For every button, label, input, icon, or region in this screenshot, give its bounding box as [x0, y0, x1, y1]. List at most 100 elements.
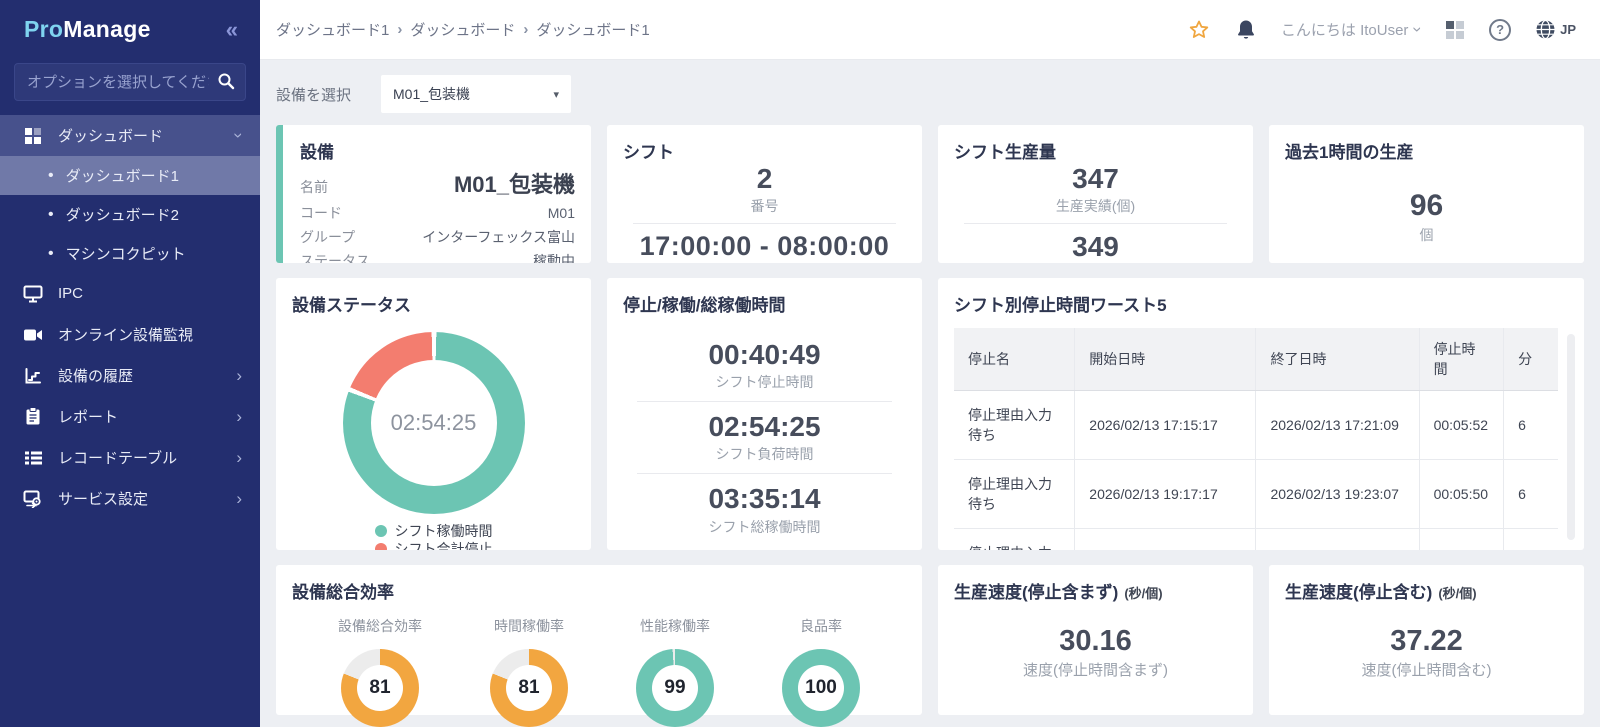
table-cell: 2026/02/13 19:23:07	[1255, 459, 1420, 529]
chevron-right-icon: ›	[236, 407, 242, 426]
sidebar-item-label: レコードテーブル	[58, 450, 178, 467]
gauge-value: 99	[652, 665, 698, 711]
user-menu[interactable]: こんにちは ItoUser ›	[1281, 19, 1428, 40]
sidebar-search-input[interactable]	[14, 63, 246, 101]
sidebar-item-label: ダッシュボード1	[65, 168, 179, 185]
chevron-right-icon: ›	[236, 489, 242, 508]
sidebar-item-label: ダッシュボード2	[65, 207, 179, 224]
sidebar-item-service-settings[interactable]: サービス設定 ›	[0, 478, 260, 519]
card-shift: シフト 2 番号 17:00:00 - 08:00:00 開始-終了時刻	[607, 125, 922, 263]
breadcrumb-item[interactable]: ダッシュボード1	[276, 19, 389, 40]
status-donut-chart: 02:54:25	[342, 332, 525, 514]
app-logo: ProManage	[24, 16, 151, 43]
column-header[interactable]: 停止名	[954, 328, 1075, 391]
bullet-icon: •	[48, 166, 54, 184]
shift-stop-time: 00:40:49	[708, 339, 821, 370]
column-header[interactable]: 分	[1503, 328, 1558, 391]
card-title: 設備総合効率	[292, 583, 394, 602]
sidebar-item-label: IPC	[58, 285, 84, 302]
card-title: シフト生産量	[954, 143, 1056, 162]
card-speed-excluding-stops: 生産速度(停止含まず) (秒/個) 30.16 速度(停止時間含まず)	[938, 565, 1253, 715]
sidebar-item-ipc[interactable]: IPC	[0, 273, 260, 314]
gauge-ring: 81	[490, 649, 568, 727]
chevron-right-icon: ›	[236, 448, 242, 467]
legend-dot	[374, 525, 387, 537]
table-cell: 00:05:50	[1418, 459, 1504, 529]
bullet-icon: •	[48, 244, 54, 262]
gauge-ring: 99	[636, 649, 714, 727]
breadcrumb-separator: ›	[397, 21, 403, 38]
sidebar-item-record-table[interactable]: レコードテーブル ›	[0, 437, 260, 478]
dashboard-content: 設備を選択 M01_包装機 ▾ 設備 名前 M01_包装機 コード M01 グループ…	[260, 60, 1600, 727]
sidebar-item-dashboard2[interactable]: • ダッシュボード2	[0, 195, 260, 234]
speed-incl-value: 37.22	[1390, 625, 1463, 657]
gauge-value: 100	[798, 665, 844, 711]
donut-center-value: 02:54:25	[390, 410, 477, 435]
speed-excl-value: 30.16	[1059, 625, 1132, 657]
sidebar-item-machine-cockpit[interactable]: • マシンコクピット	[0, 234, 260, 273]
history-chart-icon	[22, 366, 44, 386]
sidebar-item-equipment-history[interactable]: 設備の履歴 ›	[0, 355, 260, 396]
sidebar-item-dashboard[interactable]: ダッシュボード ›	[0, 115, 260, 156]
field-label: コード	[300, 205, 342, 221]
equipment-select[interactable]: M01_包装機 ▾	[381, 75, 572, 113]
equipment-select-row: 設備を選択 M01_包装機 ▾	[276, 75, 1584, 113]
sidebar-item-dashboard1[interactable]: • ダッシュボード1	[0, 156, 260, 195]
gauge-value: 81	[506, 665, 552, 711]
app-window: ProManage « ダッシュボード › • ダッシュボード1 •	[0, 0, 1600, 727]
card-unit: (秒/個)	[1124, 586, 1163, 601]
sidebar-collapse-icon[interactable]: «	[226, 18, 238, 41]
notification-bell-icon[interactable]	[1235, 18, 1257, 42]
breadcrumb-item[interactable]: ダッシュボード	[410, 19, 515, 40]
column-header[interactable]: 終了日時	[1255, 328, 1420, 391]
production-target: 349	[1072, 231, 1119, 263]
sidebar-item-online-monitoring[interactable]: オンライン設備監視	[0, 314, 260, 355]
shift-stop-time-label: シフト停止時間	[715, 374, 814, 391]
equipment-name: M01_包装機	[453, 172, 575, 197]
favorite-star-icon[interactable]	[1187, 18, 1211, 42]
gauge-label: 時間稼働率	[494, 618, 564, 634]
shift-load-time-label: シフト負荷時間	[715, 446, 814, 463]
gauge-label: 設備総合効率	[338, 618, 422, 634]
speed-incl-label: 速度(停止時間含む)	[1361, 662, 1492, 680]
card-title: 過去1時間の生産	[1285, 143, 1414, 162]
gauge-availability: 時間稼働率 81	[490, 616, 568, 727]
list-icon	[22, 448, 44, 468]
service-settings-icon	[22, 489, 44, 509]
table-cell: 6	[1503, 390, 1558, 460]
sidebar-item-label: オンライン設備監視	[58, 327, 194, 344]
table-row[interactable]: 停止理由入力待ち2026/02/13 19:47:472026/02/13 19…	[954, 528, 1558, 550]
sidebar-item-report[interactable]: レポート ›	[0, 396, 260, 437]
gauge-ring: 81	[341, 649, 419, 727]
column-header[interactable]: 停止時間	[1418, 328, 1504, 391]
apps-grid-icon[interactable]	[1445, 20, 1465, 40]
table-row[interactable]: 停止理由入力待ち 2026/02/13 17:15:17 2026/02/13 17…	[954, 390, 1558, 460]
clipboard-icon	[22, 407, 44, 427]
legend-label: シフト合計停止	[394, 541, 493, 550]
logo-manage: Manage	[63, 16, 151, 42]
column-header[interactable]: 開始日時	[1074, 328, 1256, 391]
help-icon[interactable]: ?	[1489, 18, 1512, 41]
video-camera-icon	[22, 325, 44, 345]
card-equipment: 設備 名前 M01_包装機 コード M01 グループ インターフェックス富山 ステータ…	[276, 125, 591, 263]
table-cell: 2026/02/13 19:47:47	[1074, 528, 1256, 550]
card-title: シフト別停止時間ワースト5	[954, 296, 1167, 315]
search-icon[interactable]	[216, 71, 236, 91]
sidebar-item-label: マシンコクピット	[65, 246, 186, 263]
card-speed-including-stops: 生産速度(停止含む) (秒/個) 37.22 速度(停止時間含む)	[1269, 565, 1584, 715]
table-scrollbar[interactable]	[1567, 334, 1575, 540]
shift-total-time-label: シフト総稼働時間	[708, 518, 821, 535]
sidebar-menu: ダッシュボード › • ダッシュボード1 • ダッシュボード2 • マシンコクピ…	[0, 115, 260, 519]
sidebar-item-label: 設備の履歴	[58, 368, 134, 385]
field-label: 名前	[300, 179, 328, 195]
field-label: ステータス	[300, 253, 370, 263]
table-cell: 2026/02/13 19:53:37	[1255, 528, 1420, 550]
language-selector[interactable]: JP	[1535, 19, 1576, 40]
table-cell: 2026/02/13 17:21:09	[1255, 390, 1420, 460]
chevron-down-icon: ›	[229, 132, 249, 139]
table-row[interactable]: 停止理由入力待ち 2026/02/13 19:17:17 2026/02/13 19…	[954, 459, 1558, 529]
production-actual-label: 生産実績(個)	[1055, 198, 1136, 215]
breadcrumb-item[interactable]: ダッシュボード1	[536, 19, 649, 40]
shift-time-range: 17:00:00 - 08:00:00	[639, 231, 890, 262]
card-title: 生産速度(停止含む)	[1285, 583, 1433, 602]
